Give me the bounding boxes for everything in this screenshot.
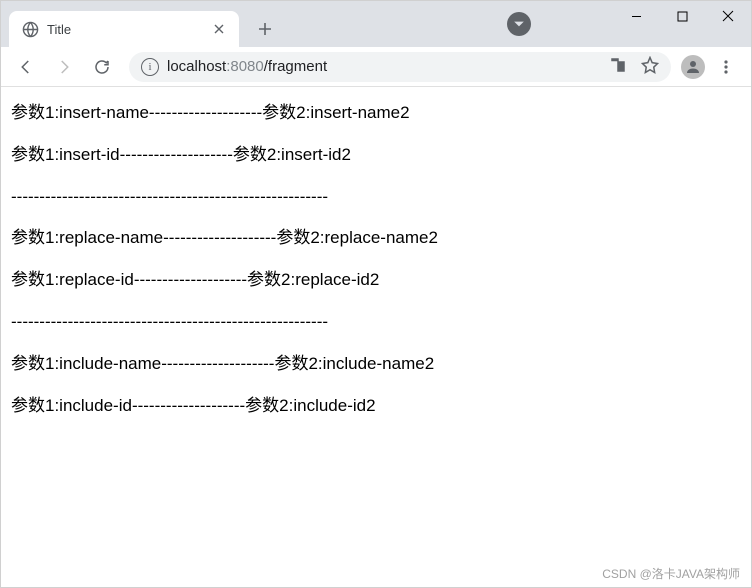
toolbar: i localhost:8080/fragment xyxy=(1,47,751,87)
reload-button[interactable] xyxy=(85,50,119,84)
menu-button[interactable] xyxy=(709,50,743,84)
new-tab-button[interactable] xyxy=(251,15,279,43)
page-content: 参数1:insert-name--------------------参数2:i… xyxy=(1,87,751,587)
browser-window: Title xyxy=(0,0,752,588)
profile-avatar[interactable] xyxy=(681,55,705,79)
titlebar: Title xyxy=(1,1,751,47)
translate-icon[interactable] xyxy=(609,56,627,78)
tab-close-button[interactable] xyxy=(211,21,227,37)
site-info-icon[interactable]: i xyxy=(141,58,159,76)
content-line: 参数1:replace-id--------------------参数2:re… xyxy=(11,268,741,292)
forward-button[interactable] xyxy=(47,50,81,84)
content-line: 参数1:include-name--------------------参数2:… xyxy=(11,352,741,376)
back-button[interactable] xyxy=(9,50,43,84)
globe-icon xyxy=(21,20,39,38)
minimize-button[interactable] xyxy=(613,1,659,31)
content-line: ----------------------------------------… xyxy=(11,185,741,209)
content-line: 参数1:insert-id--------------------参数2:ins… xyxy=(11,143,741,167)
omnibox-actions xyxy=(609,56,659,78)
account-indicator-icon[interactable] xyxy=(507,12,531,36)
window-controls xyxy=(613,1,751,35)
content-line: ----------------------------------------… xyxy=(11,310,741,334)
address-bar[interactable]: i localhost:8080/fragment xyxy=(129,52,671,82)
maximize-button[interactable] xyxy=(659,1,705,31)
browser-tab[interactable]: Title xyxy=(9,11,239,47)
url-path: /fragment xyxy=(264,58,327,75)
url-port: :8080 xyxy=(226,58,264,75)
url-text: localhost:8080/fragment xyxy=(167,58,327,75)
content-line: 参数1:replace-name--------------------参数2:… xyxy=(11,226,741,250)
content-line: 参数1:insert-name--------------------参数2:i… xyxy=(11,101,741,125)
url-host: localhost xyxy=(167,58,226,75)
close-window-button[interactable] xyxy=(705,1,751,31)
tab-title: Title xyxy=(47,22,203,37)
content-line: 参数1:include-id--------------------参数2:in… xyxy=(11,394,741,418)
bookmark-icon[interactable] xyxy=(641,56,659,78)
